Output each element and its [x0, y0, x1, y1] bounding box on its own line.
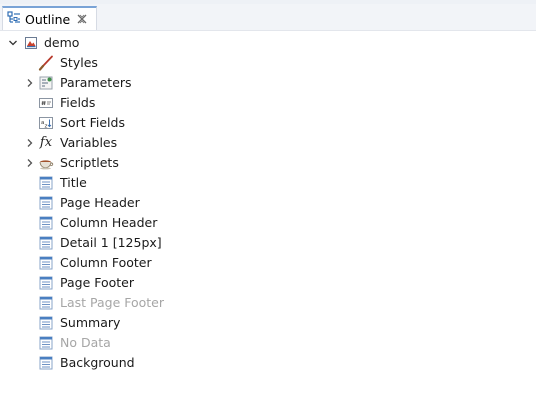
tree-item-no-data-band[interactable]: No Data — [0, 333, 536, 353]
band-icon — [38, 315, 54, 331]
tree-item-title-band[interactable]: Title — [0, 173, 536, 193]
tree-label: Detail 1 [125px] — [60, 235, 162, 250]
chevron-right-icon[interactable] — [24, 137, 36, 149]
band-icon — [38, 335, 54, 351]
tree-label: No Data — [60, 335, 111, 350]
tree-item-parameters[interactable]: Parameters — [0, 73, 536, 93]
outline-icon — [7, 10, 21, 28]
tree-item-column-header-band[interactable]: Column Header — [0, 213, 536, 233]
tree-root-demo[interactable]: demo — [0, 33, 536, 53]
tree-item-background-band[interactable]: Background — [0, 353, 536, 373]
band-icon — [38, 195, 54, 211]
tree-label: Scriptlets — [60, 155, 119, 170]
svg-text:z: z — [45, 124, 48, 130]
tree-label: Last Page Footer — [60, 295, 165, 310]
fx-icon: fx — [39, 135, 53, 150]
band-icon — [38, 355, 54, 371]
tree-item-variables[interactable]: fx Variables — [0, 133, 536, 153]
tree-item-detail-band[interactable]: Detail 1 [125px] — [0, 233, 536, 253]
chevron-down-icon[interactable] — [7, 37, 19, 49]
tree-label: Column Footer — [60, 255, 152, 270]
tree-item-fields[interactable]: Fields — [0, 93, 536, 113]
report-icon — [23, 35, 39, 51]
chevron-right-icon[interactable] — [24, 77, 36, 89]
tree-label: Page Footer — [60, 275, 135, 290]
band-icon — [38, 175, 54, 191]
tree-item-page-header-band[interactable]: Page Header — [0, 193, 536, 213]
tree-item-page-footer-band[interactable]: Page Footer — [0, 273, 536, 293]
tree-label: Sort Fields — [60, 115, 125, 130]
band-icon — [38, 235, 54, 251]
tab-bar: Outline — [0, 4, 536, 31]
tree-item-sort-fields[interactable]: a z Sort Fields — [0, 113, 536, 133]
sort-fields-icon: a z — [38, 115, 54, 131]
fields-icon — [38, 95, 54, 111]
parameters-icon — [38, 75, 54, 91]
tree-item-scriptlets[interactable]: Scriptlets — [0, 153, 536, 173]
tree-label: Styles — [60, 55, 98, 70]
brush-icon — [38, 55, 54, 71]
tree-label: Variables — [60, 135, 118, 150]
band-icon — [38, 255, 54, 271]
tree-label: Page Header — [60, 195, 140, 210]
scriptlet-cup-icon — [38, 155, 54, 171]
tree-label: Fields — [60, 95, 96, 110]
tree-item-column-footer-band[interactable]: Column Footer — [0, 253, 536, 273]
tree-label: Background — [60, 355, 135, 370]
tree-item-summary-band[interactable]: Summary — [0, 313, 536, 333]
tree-label: Column Header — [60, 215, 158, 230]
tab-outline[interactable]: Outline — [2, 6, 98, 30]
close-icon[interactable] — [76, 13, 88, 25]
tree-item-styles[interactable]: Styles — [0, 53, 536, 73]
outline-tree: demo Styles Parameters Fields a z Sort F… — [0, 33, 536, 373]
tree-label: Title — [60, 175, 87, 190]
tree-item-last-page-footer-band[interactable]: Last Page Footer — [0, 293, 536, 313]
band-icon — [38, 275, 54, 291]
band-icon — [38, 215, 54, 231]
tab-title: Outline — [25, 11, 71, 27]
outline-view: Outline demo Styles Parameters Fields a … — [0, 0, 536, 409]
tree-label: demo — [44, 35, 80, 50]
tree-label: Parameters — [60, 75, 132, 90]
band-icon — [38, 295, 54, 311]
chevron-right-icon[interactable] — [24, 157, 36, 169]
tree-label: Summary — [60, 315, 121, 330]
